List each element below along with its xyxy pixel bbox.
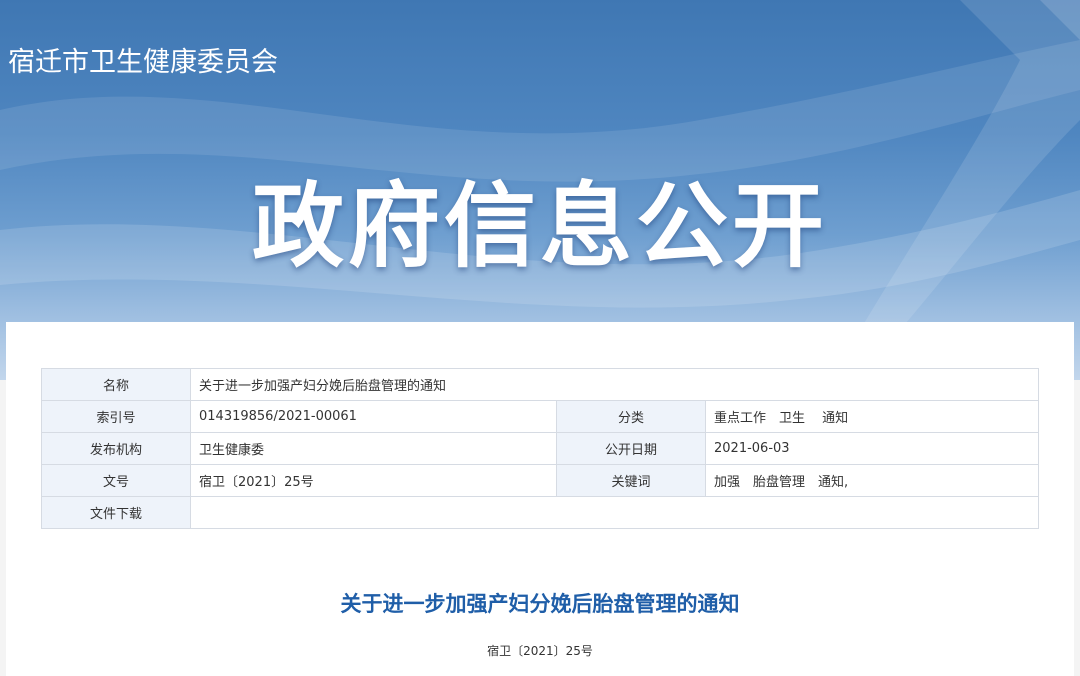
docno-value: 宿卫〔2021〕25号 — [190, 464, 557, 497]
index-label: 索引号 — [41, 400, 191, 433]
keywords-label: 关键词 — [556, 464, 706, 497]
download-label: 文件下载 — [41, 496, 191, 529]
category-label: 分类 — [556, 400, 706, 433]
download-value[interactable] — [189, 496, 1040, 529]
document-number: 宿卫〔2021〕25号 — [487, 644, 593, 658]
category-value: 重点工作 卫生 通知 — [704, 400, 1040, 433]
document-title: 关于进一步加强产妇分娩后胎盘管理的通知 — [340, 592, 740, 616]
org-name: 宿迁市卫生健康委员会 — [8, 47, 278, 78]
document-meta-table: 名称 关于进一步加强产妇分娩后胎盘管理的通知 索引号 014319856/202… — [41, 368, 1040, 529]
hero-title: 政府信息公开 — [251, 173, 828, 280]
publisher-label: 发布机构 — [41, 432, 191, 465]
meta-row-publisher: 发布机构 卫生健康委 公开日期 2021-06-03 — [41, 432, 1040, 465]
meta-row-docno: 文号 宿卫〔2021〕25号 关键词 加强 胎盘管理 通知, — [41, 464, 1040, 497]
index-value: 014319856/2021-00061 — [190, 400, 557, 433]
date-label: 公开日期 — [556, 432, 706, 465]
docno-label: 文号 — [41, 464, 191, 497]
date-value: 2021-06-03 — [704, 432, 1040, 465]
meta-row-download: 文件下载 — [41, 496, 1040, 529]
keywords-value: 加强 胎盘管理 通知, — [704, 464, 1040, 497]
meta-row-name: 名称 关于进一步加强产妇分娩后胎盘管理的通知 — [41, 368, 1040, 401]
meta-row-index: 索引号 014319856/2021-00061 分类 重点工作 卫生 通知 — [41, 400, 1040, 433]
name-label: 名称 — [41, 368, 191, 401]
publisher-value: 卫生健康委 — [190, 432, 557, 465]
content-panel: 名称 关于进一步加强产妇分娩后胎盘管理的通知 索引号 014319856/202… — [6, 322, 1074, 676]
name-value: 关于进一步加强产妇分娩后胎盘管理的通知 — [189, 368, 1040, 401]
